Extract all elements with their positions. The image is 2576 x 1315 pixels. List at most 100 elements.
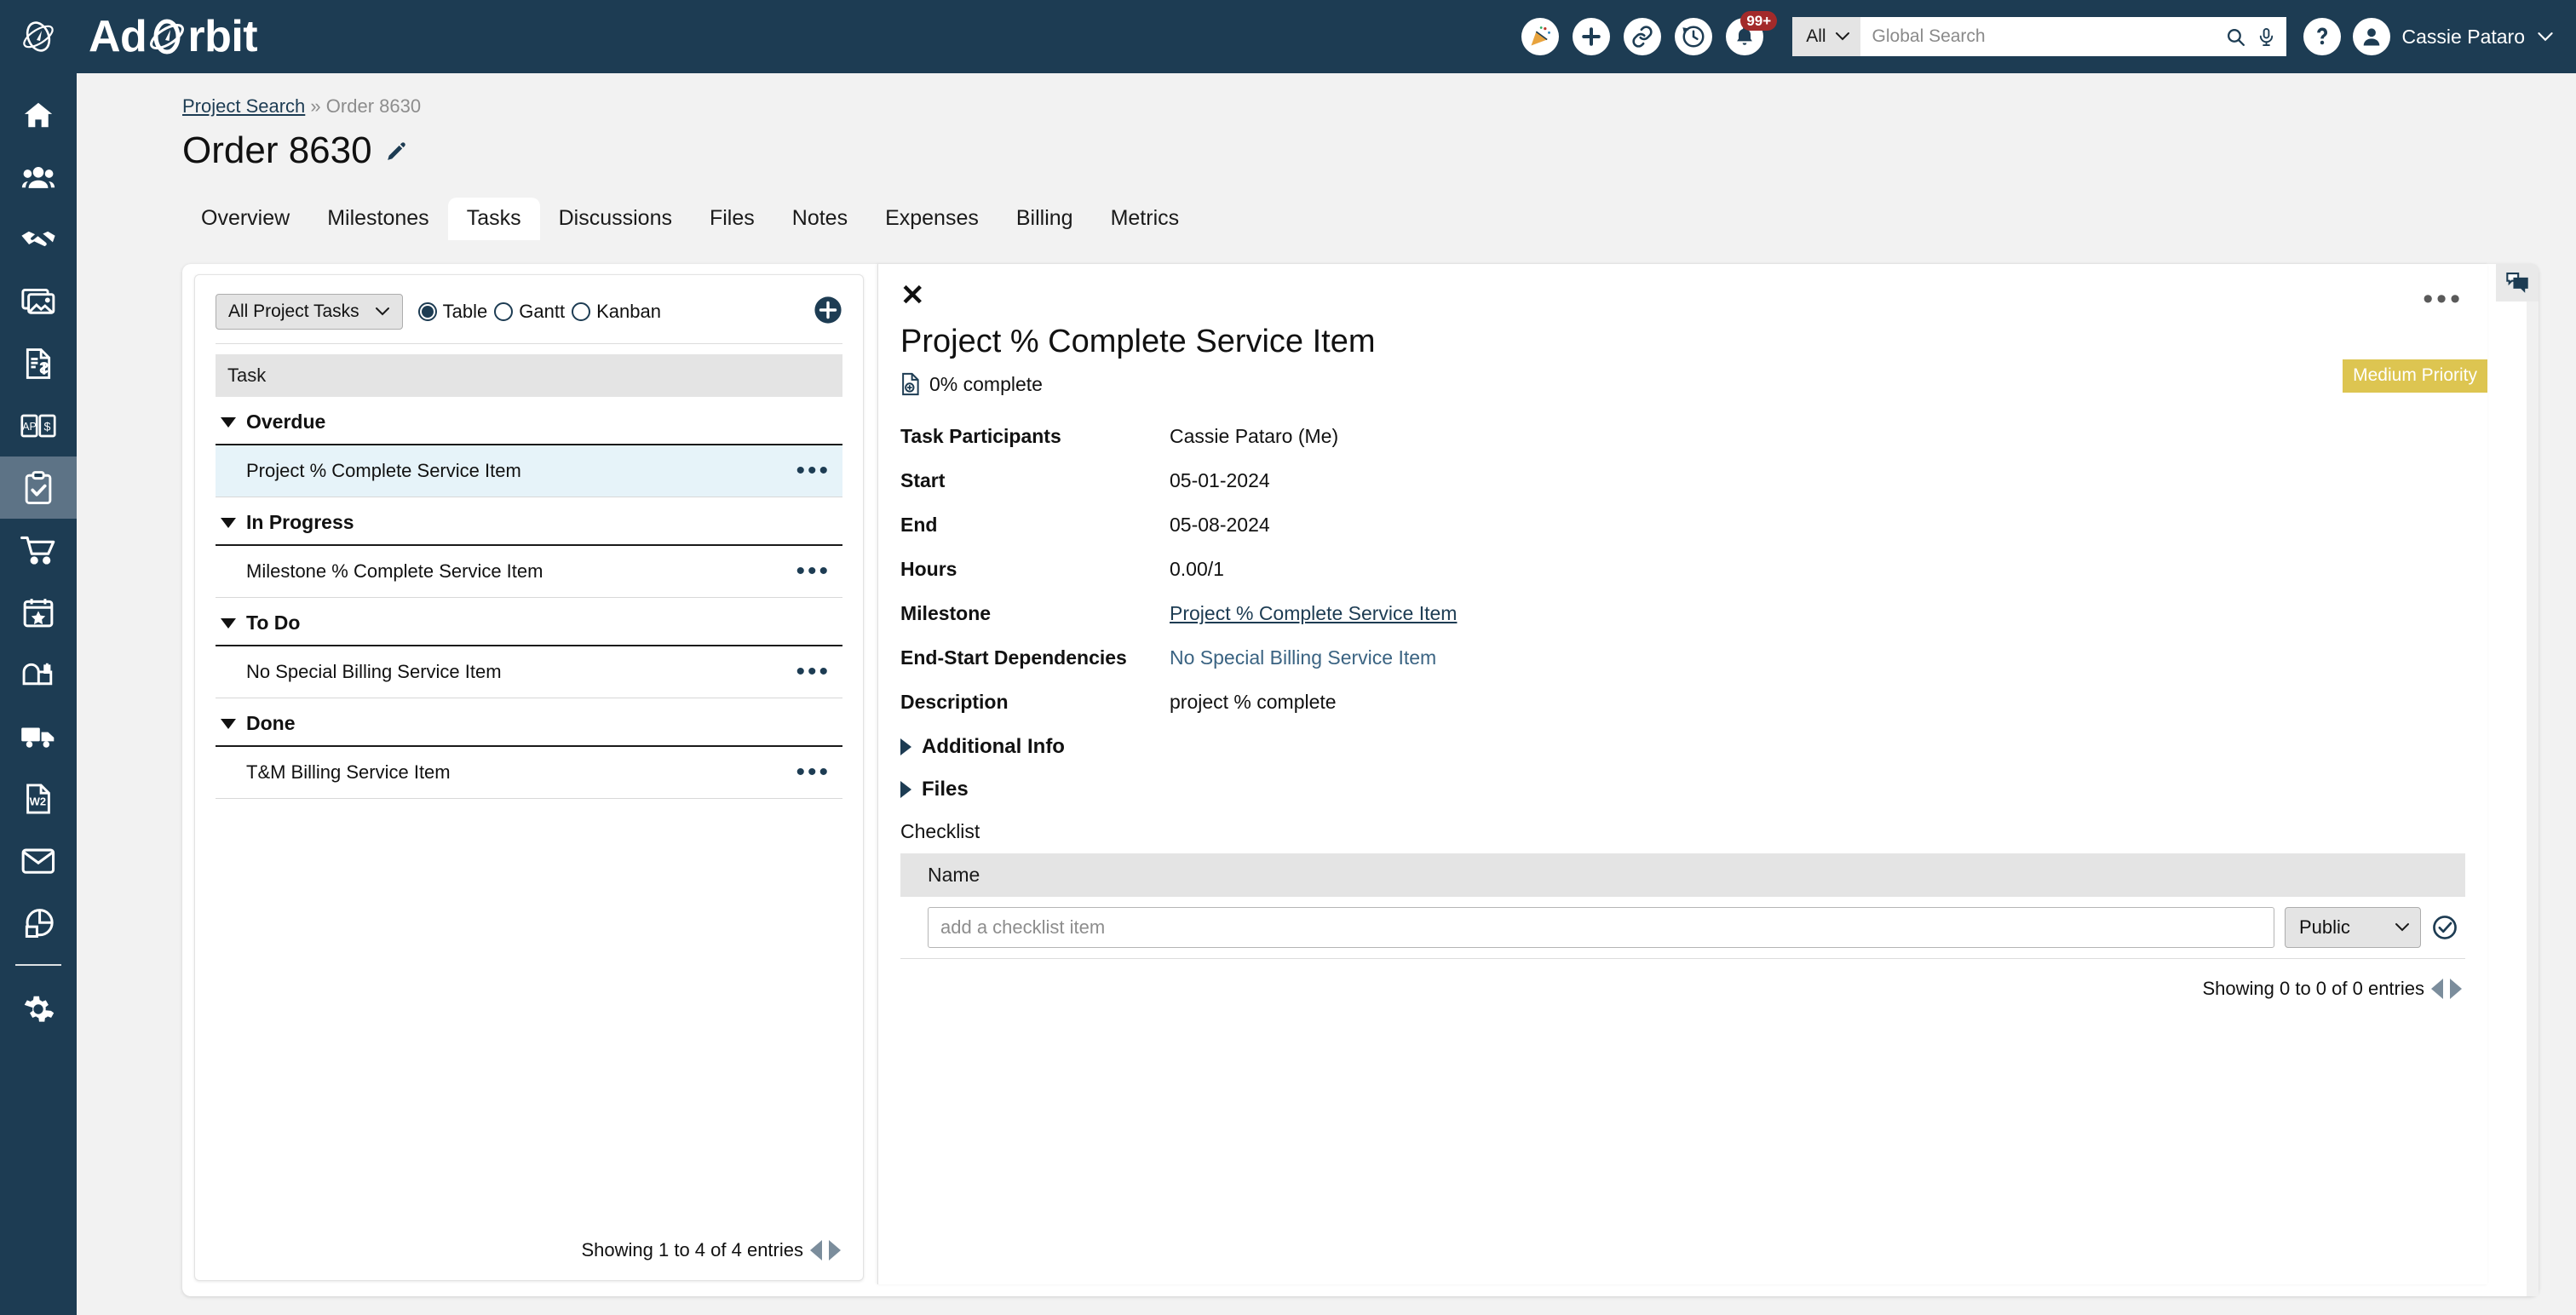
add-task-button[interactable] (814, 296, 842, 329)
check-circle-icon[interactable] (2431, 914, 2458, 941)
search-input[interactable] (1872, 26, 2215, 47)
next-page-icon[interactable] (2450, 979, 2462, 999)
sidebar-item-ap-ar[interactable]: AP $ (0, 394, 77, 457)
tab-notes[interactable]: Notes (773, 198, 866, 240)
tab-files[interactable]: Files (691, 198, 773, 240)
sidebar-item-home[interactable] (0, 83, 77, 146)
chevron-right-icon (900, 738, 911, 755)
breadcrumb-link-project-search[interactable]: Project Search (182, 95, 305, 117)
envelope-icon (21, 848, 55, 874)
field-label: Milestone (900, 602, 992, 624)
mailbox-icon (22, 663, 53, 685)
task-column-header: Task (216, 354, 842, 397)
checklist-pagination: Showing 0 to 0 of 0 entries (900, 959, 2465, 1000)
field-label: End-Start Dependencies (900, 646, 1127, 669)
sidebar-item-deals[interactable] (0, 208, 77, 270)
avatar[interactable] (2352, 18, 2390, 55)
milestone-link[interactable]: Project % Complete Service Item (1170, 602, 1457, 624)
history-icon[interactable] (1675, 18, 1713, 55)
sidebar-item-orders[interactable] (0, 519, 77, 581)
accordion-label: Files (922, 778, 969, 801)
chevron-down-icon (221, 718, 236, 729)
sidebar-item-email[interactable] (0, 830, 77, 892)
brand-logo[interactable] (0, 0, 77, 73)
prev-page-icon[interactable] (810, 1240, 822, 1260)
checklist-entries-text: Showing 0 to 0 of 0 entries (2202, 978, 2425, 999)
task-group-in-progress[interactable]: In Progress (216, 497, 842, 546)
chat-panel-toggle[interactable] (2496, 264, 2539, 301)
add-icon (814, 296, 842, 324)
task-list-entries-text: Showing 1 to 4 of 4 entries (581, 1239, 804, 1260)
add-icon[interactable] (1573, 18, 1611, 55)
panel-scrollbar[interactable] (2527, 264, 2539, 1296)
accordion-files[interactable]: Files (900, 778, 2465, 801)
celebrate-icon[interactable] (1521, 18, 1560, 55)
pencil-icon[interactable] (386, 140, 408, 162)
row-menu-icon[interactable]: ••• (796, 760, 831, 785)
next-page-icon[interactable] (829, 1240, 841, 1260)
row-menu-icon[interactable]: ••• (796, 458, 831, 484)
sidebar-item-reports[interactable] (0, 892, 77, 954)
task-list-panel: All Project Tasks Table Gantt Kanban Tas… (194, 274, 864, 1281)
tab-billing[interactable]: Billing (998, 198, 1092, 240)
row-menu-icon[interactable]: ••• (796, 559, 831, 584)
sidebar-item-media[interactable] (0, 270, 77, 332)
sidebar-item-settings[interactable] (0, 978, 77, 1040)
sidebar-item-events[interactable] (0, 581, 77, 643)
sidebar-item-projects[interactable] (0, 457, 77, 519)
checklist-section-label: Checklist (900, 820, 980, 842)
task-detail-panel: ✕ ••• Project % Complete Service Item 0%… (877, 264, 2487, 1284)
chevron-down-icon[interactable] (2537, 32, 2554, 43)
table-row[interactable]: T&M Billing Service Item ••• (216, 747, 842, 799)
tab-milestones[interactable]: Milestones (308, 198, 448, 240)
sidebar-item-contacts[interactable] (0, 146, 77, 208)
row-menu-icon[interactable]: ••• (796, 659, 831, 685)
task-group-overdue[interactable]: Overdue (216, 397, 842, 445)
task-row-name: T&M Billing Service Item (246, 761, 451, 783)
view-option-kanban[interactable]: Kanban (572, 301, 661, 323)
user-name-label[interactable]: Cassie Pataro (2402, 26, 2525, 49)
sidebar-item-invoices[interactable] (0, 332, 77, 394)
search-icon[interactable] (2225, 26, 2246, 48)
sidebar-item-campaigns[interactable] (0, 643, 77, 705)
tab-metrics[interactable]: Metrics (1092, 198, 1199, 240)
task-group-to-do[interactable]: To Do (216, 598, 842, 646)
detail-menu-icon[interactable]: ••• (2423, 284, 2464, 313)
checklist-visibility-select[interactable]: Public (2285, 907, 2421, 948)
sidebar-item-shipping[interactable] (0, 705, 77, 767)
checklist-input[interactable] (928, 907, 2274, 948)
accordion-additional-info[interactable]: Additional Info (900, 735, 2465, 759)
sidebar-item-w2[interactable]: W2 (0, 767, 77, 830)
radio-dot-table (417, 302, 437, 321)
task-filter-select[interactable]: All Project Tasks (216, 294, 403, 330)
task-filter-value: All Project Tasks (228, 301, 359, 321)
search-scope-select[interactable]: All (1792, 17, 1860, 56)
help-icon[interactable] (2303, 18, 2341, 55)
status-badge: Medium Priority (2343, 359, 2487, 393)
link-icon[interactable] (1624, 18, 1662, 55)
brand-wordmark[interactable]: Ad rbit (89, 11, 258, 62)
tab-tasks[interactable]: Tasks (447, 198, 540, 240)
svg-text:W2: W2 (30, 795, 46, 807)
table-row[interactable]: Milestone % Complete Service Item ••• (216, 546, 842, 598)
tab-overview[interactable]: Overview (182, 198, 308, 240)
tab-discussions[interactable]: Discussions (540, 198, 691, 240)
main-content: Project Search » Order 8630 Order 8630 O… (77, 73, 2576, 1315)
tab-expenses[interactable]: Expenses (866, 198, 998, 240)
bell-icon[interactable]: 99+ (1726, 11, 1778, 55)
prev-page-icon[interactable] (2431, 979, 2443, 999)
gear-icon (24, 996, 55, 1022)
left-sidebar: AP $ W2 (0, 73, 77, 1315)
task-group-done[interactable]: Done (216, 698, 842, 747)
close-icon[interactable]: ✕ (900, 281, 2465, 310)
view-option-table[interactable]: Table (417, 301, 487, 323)
document-progress-icon[interactable] (900, 372, 921, 396)
sidebar-divider (15, 964, 61, 966)
breadcrumb-current: Order 8630 (325, 95, 422, 117)
checklist-column-header: Name (900, 853, 2465, 897)
microphone-icon[interactable] (2257, 26, 2276, 48)
dependency-link[interactable]: No Special Billing Service Item (1170, 646, 1436, 669)
table-row[interactable]: Project % Complete Service Item ••• (216, 445, 842, 497)
view-option-gantt[interactable]: Gantt (494, 301, 565, 323)
table-row[interactable]: No Special Billing Service Item ••• (216, 646, 842, 698)
